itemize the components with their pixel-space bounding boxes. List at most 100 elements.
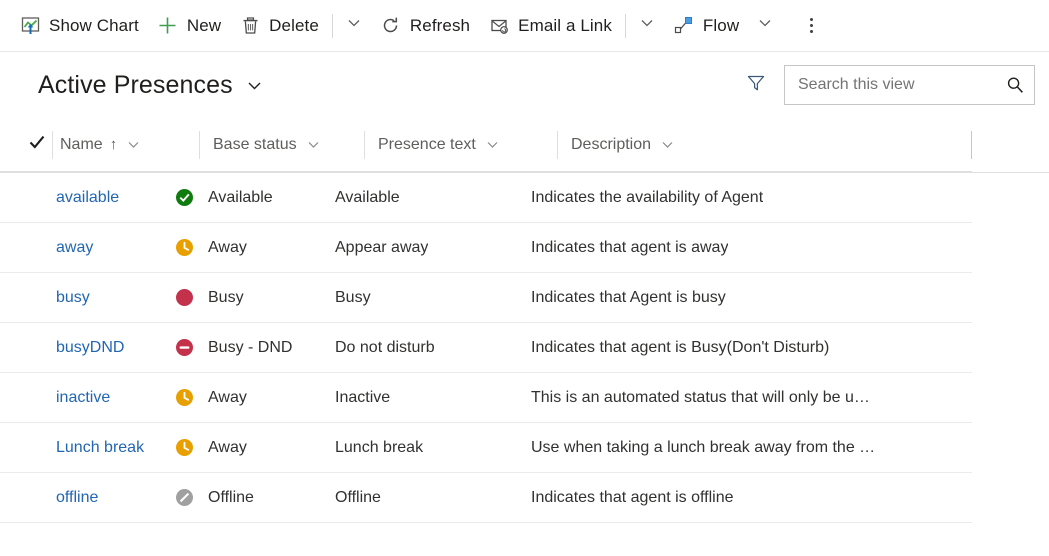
description-label: This is an automated status that will on… [531, 388, 870, 406]
table-row[interactable]: inactive Away Inactive This is an automated… [0, 373, 972, 423]
new-button[interactable]: New [148, 6, 230, 46]
cell-presence-text: Do not disturb [335, 323, 531, 373]
record-name-link[interactable]: away [56, 239, 93, 257]
table-row[interactable]: Lunch break Away Lunch break Use when takin… [0, 423, 972, 473]
column-header-label: Name [60, 135, 103, 153]
base-status-label: Available [208, 188, 273, 206]
chevron-down-icon[interactable] [660, 137, 675, 152]
chevron-down-icon[interactable] [126, 137, 141, 152]
column-header-name[interactable]: Name ↑ [52, 118, 199, 172]
column-header-presence-text[interactable]: Presence text [364, 118, 557, 172]
flow-label: Flow [702, 15, 740, 35]
presence-text-label: Offline [335, 488, 381, 506]
refresh-icon [380, 15, 402, 37]
search-icon[interactable] [1004, 74, 1026, 96]
grid-body: available Available Available Indicates the… [0, 172, 1049, 523]
column-header-label: Base status [213, 135, 297, 153]
presence-text-label: Busy [335, 288, 371, 306]
table-row[interactable]: available Available Available Indicates the… [0, 173, 972, 223]
command-bar: Show Chart New Delete Refresh Email a Li… [0, 0, 1049, 52]
away-icon [175, 438, 194, 457]
base-status-label: Away [208, 438, 247, 456]
show-chart-button[interactable]: Show Chart [10, 6, 148, 46]
column-divider [199, 130, 200, 159]
column-header-label: Description [571, 135, 652, 153]
cell-base-status: Offline [175, 473, 335, 523]
cell-name: busyDND [0, 323, 175, 373]
cell-name: inactive [0, 373, 175, 423]
cell-description: This is an automated status that will on… [531, 373, 951, 423]
chevron-down-icon[interactable] [306, 137, 321, 152]
select-all-checkbox[interactable] [28, 118, 52, 172]
table-row[interactable]: offline Offline Offline Indicates that agen… [0, 473, 972, 523]
data-grid: Name ↑ Base status Presence text Descrip… [0, 118, 1049, 523]
flow-overflow-chevron[interactable] [748, 6, 782, 46]
column-header-description[interactable]: Description [557, 118, 972, 172]
record-name-link[interactable]: available [56, 189, 119, 207]
refresh-button[interactable]: Refresh [371, 6, 479, 46]
cell-name: offline [0, 473, 175, 523]
cell-base-status: Away [175, 373, 335, 423]
chevron-down-icon[interactable] [485, 137, 500, 152]
view-header-actions [738, 65, 1035, 105]
flow-button[interactable]: Flow [664, 6, 748, 46]
sort-ascending-icon: ↑ [109, 136, 118, 153]
cell-description: Indicates that Agent is busy [531, 273, 951, 323]
cell-description: Indicates that agent is away [531, 223, 951, 273]
away-icon [175, 388, 194, 407]
record-name-link[interactable]: Lunch break [56, 439, 144, 457]
record-name-link[interactable]: offline [56, 489, 98, 507]
email-overflow-chevron[interactable] [630, 6, 664, 46]
away-icon [175, 238, 194, 257]
description-label: Indicates that agent is offline [531, 488, 734, 506]
show-chart-icon [19, 15, 41, 37]
ellipsis-dot [809, 24, 813, 27]
table-row[interactable]: away Away Appear away Indicates that agent … [0, 223, 972, 273]
presence-text-label: Available [335, 188, 400, 206]
table-row[interactable]: busy Busy Busy Indicates that Agent is busy [0, 273, 972, 323]
email-a-link-button[interactable]: Email a Link [479, 6, 621, 46]
cell-base-status: Busy - DND [175, 323, 335, 373]
presence-text-label: Lunch break [335, 438, 424, 456]
cell-description: Use when taking a lunch break away from … [531, 423, 951, 473]
base-status-label: Away [208, 238, 247, 256]
cell-base-status: Busy [175, 273, 335, 323]
delete-overflow-chevron[interactable] [337, 6, 371, 46]
record-name-link[interactable]: busyDND [56, 339, 124, 357]
email-a-link-label: Email a Link [518, 15, 612, 35]
cell-presence-text: Appear away [335, 223, 531, 273]
base-status-label: Busy - DND [208, 338, 293, 356]
cell-base-status: Available [175, 173, 335, 223]
view-selector[interactable]: Active Presences [38, 71, 264, 100]
record-name-link[interactable]: inactive [56, 389, 110, 407]
cell-name: busy [0, 273, 175, 323]
chevron-down-icon [346, 15, 362, 36]
cell-base-status: Away [175, 223, 335, 273]
filter-button[interactable] [738, 67, 774, 103]
description-label: Indicates that agent is Busy(Don't Distu… [531, 338, 830, 356]
cell-presence-text: Inactive [335, 373, 531, 423]
description-label: Use when taking a lunch break away from … [531, 438, 876, 456]
cell-base-status: Away [175, 423, 335, 473]
delete-label: Delete [269, 15, 319, 35]
column-header-base-status[interactable]: Base status [199, 118, 364, 172]
check-icon [28, 133, 46, 156]
column-divider [364, 130, 365, 159]
cell-presence-text: Available [335, 173, 531, 223]
cell-description: Indicates that agent is Busy(Don't Distu… [531, 323, 951, 373]
column-divider [971, 131, 972, 159]
busy-icon [175, 288, 194, 307]
search-box[interactable] [784, 65, 1035, 105]
more-commands-button[interactable] [794, 6, 828, 46]
delete-button[interactable]: Delete [230, 6, 328, 46]
presence-text-label: Do not disturb [335, 338, 435, 356]
page-title: Active Presences [38, 70, 233, 99]
search-input[interactable] [785, 66, 1034, 104]
presence-text-label: Inactive [335, 388, 391, 406]
table-row[interactable]: busyDND Busy - DND Do not disturb Indicates… [0, 323, 972, 373]
cell-name: Lunch break [0, 423, 175, 473]
record-name-link[interactable]: busy [56, 289, 90, 307]
cell-presence-text: Offline [335, 473, 531, 523]
presence-text-label: Appear away [335, 238, 429, 256]
description-label: Indicates that agent is away [531, 238, 729, 256]
